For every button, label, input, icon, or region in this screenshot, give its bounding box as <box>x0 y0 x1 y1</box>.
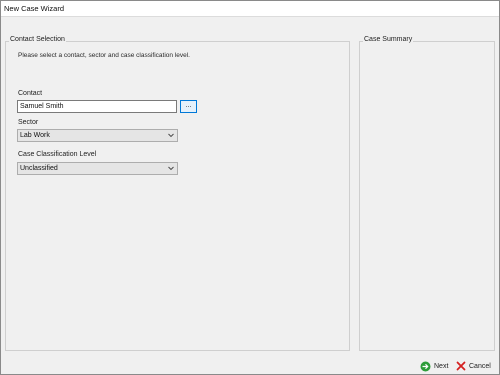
classification-select[interactable]: Unclassified <box>17 162 178 175</box>
browse-contact-button[interactable]: ... <box>180 100 197 113</box>
instruction-text: Please select a contact, sector and case… <box>18 52 190 59</box>
close-icon <box>456 361 466 371</box>
contact-selection-title: Contact Selection <box>9 36 66 43</box>
next-label: Next <box>434 362 449 370</box>
cancel-label: Cancel <box>469 362 491 370</box>
classification-selected-value: Unclassified <box>20 165 58 172</box>
cancel-button[interactable]: Cancel <box>456 360 491 372</box>
next-arrow-icon <box>420 361 431 371</box>
case-summary-title: Case Summary <box>363 36 414 43</box>
title-bar[interactable]: New Case Wizard <box>1 1 499 17</box>
contact-selection-groupbox <box>5 41 350 351</box>
sector-select[interactable]: Lab Work <box>17 129 178 142</box>
chevron-down-icon <box>168 166 174 171</box>
contact-field[interactable]: Samuel Smith <box>17 100 177 113</box>
sector-selected-value: Lab Work <box>20 132 50 139</box>
sector-label: Sector <box>18 119 39 126</box>
window-title: New Case Wizard <box>4 4 65 13</box>
classification-label: Case Classification Level <box>18 151 97 158</box>
contact-label: Contact <box>18 90 43 97</box>
next-button[interactable]: Next <box>420 360 448 372</box>
chevron-down-icon <box>168 133 174 138</box>
case-summary-groupbox <box>359 41 495 351</box>
